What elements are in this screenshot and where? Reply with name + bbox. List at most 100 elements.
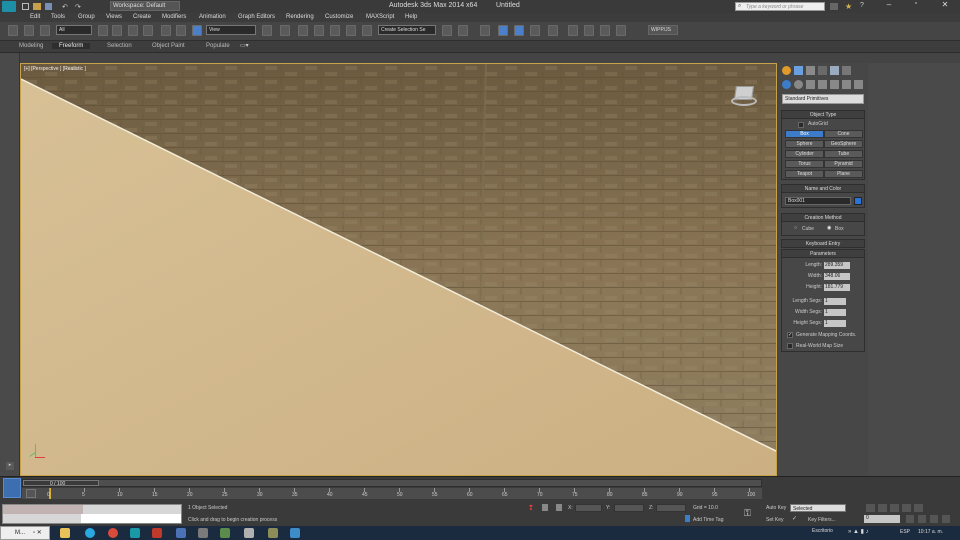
angle-snap-icon[interactable] — [314, 25, 324, 36]
shapes-icon[interactable] — [794, 80, 803, 89]
app-icon-8[interactable] — [220, 528, 230, 538]
viewport-scroll-icon[interactable]: ▸ — [6, 462, 14, 470]
ribbon-options-icon[interactable]: ▭▾ — [240, 42, 249, 49]
lights-icon[interactable] — [806, 80, 815, 89]
motion-tab-icon[interactable] — [818, 66, 827, 75]
pivot-center-icon[interactable] — [262, 25, 272, 36]
height-field[interactable]: 181.779 — [824, 284, 850, 291]
desktop-toolbar-label[interactable]: Escritorio — [812, 528, 833, 534]
maximize-viewport-icon[interactable] — [942, 515, 950, 523]
hierarchy-tab-icon[interactable] — [806, 66, 815, 75]
lock-selection-icon[interactable] — [542, 504, 548, 511]
windows-explorer-icon[interactable] — [60, 528, 70, 538]
menu-graph-editors[interactable]: Graph Editors — [238, 14, 275, 20]
goto-end-icon[interactable] — [914, 504, 923, 512]
set-key-button[interactable]: Set Key — [766, 517, 784, 523]
viewcube[interactable] — [731, 82, 757, 106]
menu-views[interactable]: Views — [106, 14, 122, 20]
orbit-icon[interactable] — [930, 515, 938, 523]
current-frame-field[interactable]: 0 — [864, 515, 900, 523]
layer-manager-icon[interactable] — [480, 25, 490, 36]
helpers-icon[interactable] — [830, 80, 839, 89]
real-world-checkbox[interactable] — [787, 343, 793, 349]
help-icon[interactable]: ? — [860, 2, 864, 9]
graphite-toggle-icon[interactable] — [498, 25, 508, 36]
app-icon-9[interactable] — [244, 528, 254, 538]
app-icon-10[interactable] — [268, 528, 278, 538]
length-field[interactable]: 289.359 — [824, 262, 850, 269]
app-logo-icon[interactable] — [2, 1, 16, 12]
minimize-button[interactable]: – — [876, 0, 902, 12]
geometry-icon[interactable] — [782, 80, 791, 89]
name-color-header[interactable]: Name and Color — [782, 185, 864, 193]
selection-filter-dropdown[interactable]: All — [56, 25, 92, 35]
menu-maxscript[interactable]: MAXScript — [366, 14, 394, 20]
time-tag-icon[interactable] — [685, 515, 690, 522]
move-icon[interactable] — [161, 25, 171, 36]
modify-tab-icon[interactable] — [794, 66, 803, 75]
tab-modeling[interactable]: Modeling — [19, 43, 43, 49]
window-crossing-icon[interactable] — [143, 25, 153, 36]
time-slider-handle[interactable]: 0 / 100 — [23, 480, 99, 487]
maximize-button[interactable]: ▫ — [903, 0, 929, 12]
bind-space-warp-icon[interactable] — [40, 25, 50, 36]
select-link-icon[interactable] — [8, 25, 18, 36]
key-filters-button[interactable]: Key Filters... — [808, 517, 836, 523]
app-icon-11[interactable] — [290, 528, 300, 538]
y-coord-field[interactable] — [614, 504, 644, 512]
torus-button[interactable]: Torus — [785, 160, 824, 168]
sphere-button[interactable]: Sphere — [785, 140, 824, 148]
category-dropdown[interactable]: Standard Primitives — [782, 94, 864, 104]
keyboard-entry-rollout[interactable]: Keyboard Entry — [781, 239, 865, 248]
track-bar[interactable]: 0 5 10 15 20 25 30 35 40 45 50 55 60 65 70 75 80 85 90 95 10… — [22, 488, 762, 499]
autogrid-checkbox[interactable] — [798, 122, 804, 128]
rotate-icon[interactable] — [176, 25, 186, 36]
goto-start-icon[interactable] — [866, 504, 875, 512]
menu-tools[interactable]: Tools — [51, 14, 65, 20]
infocenter-star-icon[interactable]: ★ — [845, 2, 852, 11]
skype-icon[interactable] — [85, 528, 95, 538]
viewport-label[interactable]: [+] [Perspective ] [Realistic ] — [24, 66, 86, 72]
object-color-swatch[interactable] — [854, 197, 862, 205]
width-field[interactable]: 348.06 — [824, 273, 850, 280]
close-button[interactable]: ✕ — [930, 0, 960, 12]
geosphere-button[interactable]: GeoSphere — [824, 140, 863, 148]
3dsmax-taskbar-icon[interactable] — [130, 528, 140, 538]
menu-help[interactable]: Help — [405, 14, 417, 20]
undo-icon[interactable]: ↶ — [62, 3, 68, 11]
cube-radio[interactable]: ○ — [794, 225, 797, 231]
mirror-icon[interactable] — [442, 25, 452, 36]
utilities-tab-icon[interactable] — [842, 66, 851, 75]
auto-key-button[interactable]: Auto Key — [766, 505, 786, 511]
spinner-snap-icon[interactable] — [346, 25, 356, 36]
unlink-icon[interactable] — [24, 25, 34, 36]
render-production-icon[interactable] — [600, 25, 610, 36]
workspace-dropdown[interactable]: Workspace: Default — [110, 1, 180, 11]
select-manipulate-icon[interactable] — [280, 25, 290, 36]
key-set-dropdown[interactable]: Selected — [790, 504, 846, 512]
creation-method-header[interactable]: Creation Method — [782, 214, 864, 222]
align-icon[interactable] — [458, 25, 468, 36]
quick-access-open-icon[interactable] — [33, 3, 41, 10]
mini-curve-toggle-icon[interactable] — [3, 478, 21, 498]
key-mode-icon[interactable]: ❢ — [528, 504, 534, 512]
tab-object-paint[interactable]: Object Paint — [152, 43, 185, 49]
open-curve-editor-icon[interactable] — [26, 489, 36, 498]
app-icon-6[interactable] — [176, 528, 186, 538]
menu-rendering[interactable]: Rendering — [286, 14, 314, 20]
tube-button[interactable]: Tube — [824, 150, 863, 158]
box-radio[interactable]: ◉ — [827, 225, 831, 231]
quick-access-save-icon[interactable] — [45, 3, 52, 10]
z-coord-field[interactable] — [656, 504, 686, 512]
named-selection-dropdown[interactable]: Create Selection Se — [378, 25, 436, 35]
tab-selection[interactable]: Selection — [107, 43, 132, 49]
cylinder-button[interactable]: Cylinder — [785, 150, 824, 158]
create-tab-icon[interactable] — [782, 66, 791, 75]
reference-coord-dropdown[interactable]: View — [206, 25, 256, 35]
chrome-icon[interactable] — [108, 528, 118, 538]
menu-modifiers[interactable]: Modifiers — [162, 14, 186, 20]
select-object-icon[interactable] — [98, 25, 108, 36]
schematic-view-icon[interactable] — [530, 25, 540, 36]
tab-freeform[interactable]: Freeform — [52, 43, 91, 49]
prev-frame-icon[interactable] — [878, 504, 887, 512]
